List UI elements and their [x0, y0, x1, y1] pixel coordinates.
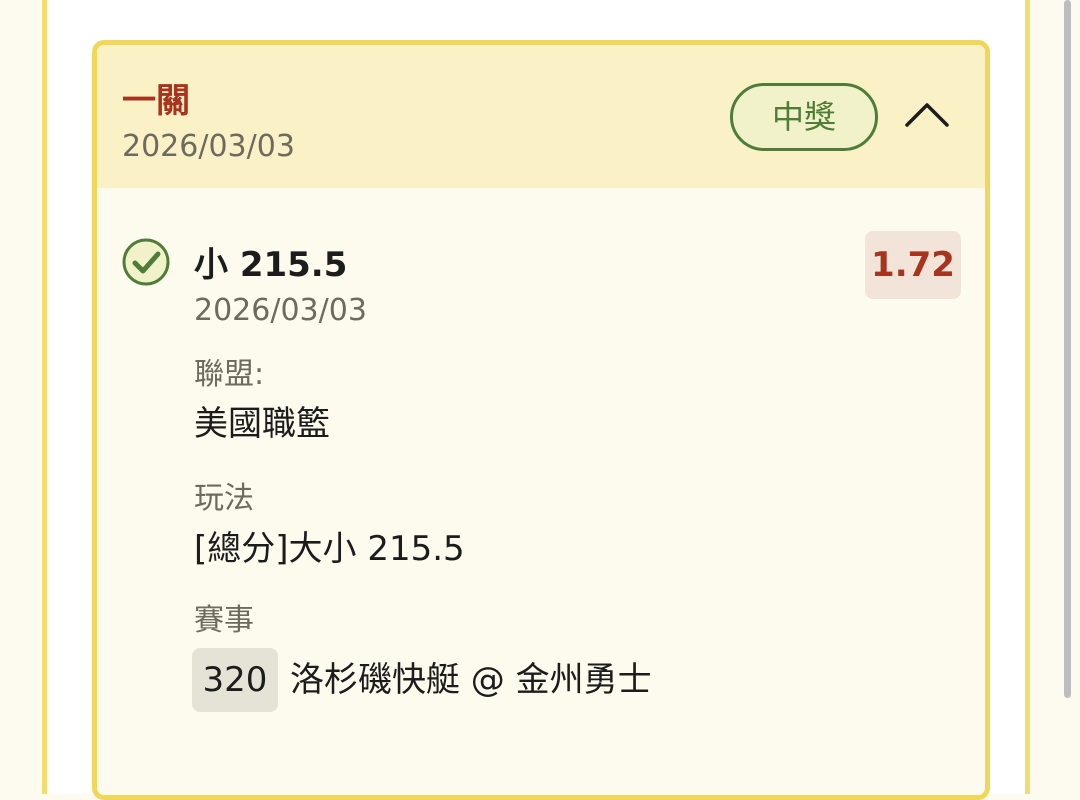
bet-type-title: 一關: [122, 81, 190, 121]
chevron-up-icon: [905, 103, 949, 127]
check-circle-icon: [121, 237, 171, 287]
scrollbar[interactable]: [1064, 0, 1071, 698]
event-name: 洛杉磯快艇 @ 金州勇士: [290, 660, 652, 700]
bet-card-header[interactable]: 一關 2026/03/03 中獎: [97, 45, 985, 188]
selection-date: 2026/03/03: [194, 293, 367, 328]
selection-label: 小 215.5: [194, 245, 348, 285]
status-badge: 中獎: [730, 83, 878, 151]
league-value: 美國職籃: [194, 404, 330, 444]
bet-date: 2026/03/03: [122, 129, 295, 164]
market-label: 玩法: [194, 481, 254, 516]
bet-card: 一關 2026/03/03 中獎 小 215.5 2026/03/03 1.72…: [92, 40, 990, 800]
event-label: 賽事: [194, 603, 254, 638]
collapse-button[interactable]: [899, 95, 955, 135]
market-value: [總分]大小 215.5: [194, 529, 465, 569]
odds-badge: 1.72: [865, 231, 961, 299]
event-number-badge: 320: [192, 648, 278, 712]
league-label: 聯盟:: [194, 357, 265, 392]
